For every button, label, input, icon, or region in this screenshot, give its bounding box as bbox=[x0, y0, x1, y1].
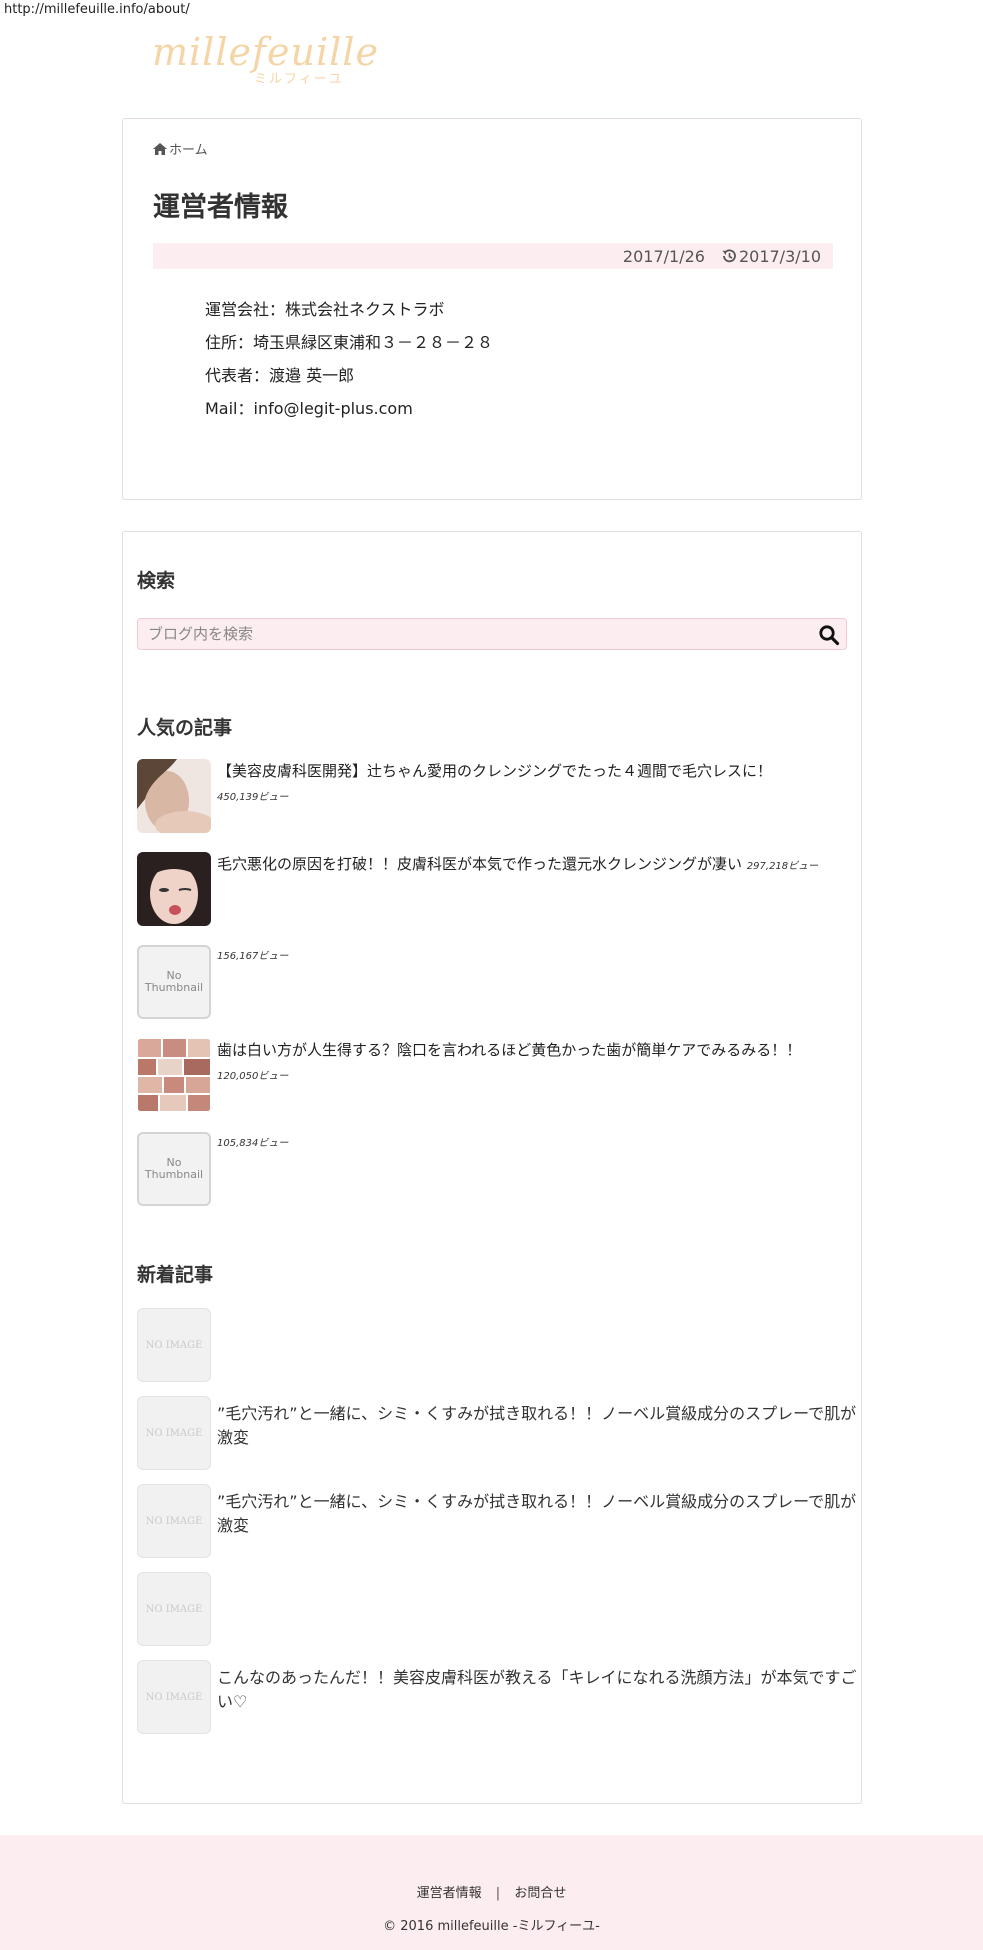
no-thumbnail-placeholder[interactable]: No Thumbnail bbox=[137, 1132, 211, 1206]
sidebar-card: 検索 人気の記事 【美容皮膚科医開発】辻ちゃん愛用のクレンジングでたった４週間で… bbox=[122, 531, 862, 1804]
recent-item[interactable]: NO IMAGE ”毛穴汚れ”と一緒に、シミ・くすみが拭き取れる！！ノーベル賞級… bbox=[137, 1484, 857, 1560]
home-icon bbox=[153, 142, 167, 155]
no-image-placeholder[interactable]: NO IMAGE bbox=[137, 1572, 211, 1646]
no-image-placeholder[interactable]: NO IMAGE bbox=[137, 1396, 211, 1470]
copyright: © 2016 millefeuille -ミルフィーユ- bbox=[383, 1919, 600, 1934]
breadcrumb-home-link[interactable]: ホーム bbox=[169, 139, 208, 158]
footer-links: 運営者情報 | お問合せ bbox=[0, 1882, 983, 1901]
popular-item-text: 歯は白い方が人生得する？陰口を言われるほど黄色かった歯が簡単ケアでみるみる！！ … bbox=[217, 1038, 857, 1089]
logo-kana: ミルフィーユ bbox=[254, 72, 344, 87]
updated-date: 2017/3/10 bbox=[738, 246, 821, 266]
footer-separator: | bbox=[495, 1886, 501, 1901]
popular-item[interactable]: 【美容皮膚科医開発】辻ちゃん愛用のクレンジングでたった４週間で毛穴レスに！ 45… bbox=[137, 759, 857, 835]
article-thumbnail[interactable] bbox=[137, 759, 211, 833]
popular-item-text: 【美容皮膚科医開発】辻ちゃん愛用のクレンジングでたった４週間で毛穴レスに！ 45… bbox=[217, 759, 857, 810]
recent-item[interactable]: NO IMAGE bbox=[137, 1308, 857, 1384]
popular-item[interactable]: No Thumbnail 156,167ビュー bbox=[137, 945, 857, 1021]
face-photo-icon bbox=[137, 852, 211, 926]
teeth-collage-icon bbox=[137, 1038, 211, 1112]
popular-item-title[interactable]: 歯は白い方が人生得する？陰口を言われるほど黄色かった歯が簡単ケアでみるみる！！ bbox=[217, 1041, 801, 1059]
recent-item-title[interactable]: ”毛穴汚れ”と一緒に、シミ・くすみが拭き取れる！！ノーベル賞級成分のスプレーで肌… bbox=[217, 1402, 857, 1450]
view-count: 297,218ビュー bbox=[746, 861, 819, 872]
woman-photo-icon bbox=[137, 759, 211, 833]
no-image-placeholder[interactable]: NO IMAGE bbox=[137, 1484, 211, 1558]
recent-widget-title: 新着記事 bbox=[137, 1264, 214, 1286]
info-mail: Mail：info@legit-plus.com bbox=[205, 399, 413, 418]
recent-item[interactable]: NO IMAGE こんなのあったんだ！！美容皮膚科医が教える「キレイになれる洗顔… bbox=[137, 1660, 857, 1736]
view-count: 156,167ビュー bbox=[217, 951, 289, 962]
updated-date-wrap: 2017/3/10 bbox=[721, 247, 821, 266]
popular-widget-title: 人気の記事 bbox=[137, 717, 233, 739]
site-logo[interactable]: millefeuille ミルフィーユ bbox=[152, 30, 378, 87]
recent-item[interactable]: NO IMAGE bbox=[137, 1572, 857, 1648]
info-address: 住所：埼玉県緑区東浦和３－２８－２８ bbox=[205, 333, 494, 352]
recent-item-title[interactable]: ”毛穴汚れ”と一緒に、シミ・くすみが拭き取れる！！ノーベル賞級成分のスプレーで肌… bbox=[217, 1490, 857, 1538]
no-image-placeholder[interactable]: NO IMAGE bbox=[137, 1660, 211, 1734]
popular-item-title[interactable]: 毛穴悪化の原因を打破！！皮膚科医が本気で作った還元水クレンジングが凄い bbox=[217, 855, 742, 873]
popular-item-text: 毛穴悪化の原因を打破！！皮膚科医が本気で作った還元水クレンジングが凄い 297,… bbox=[217, 852, 857, 879]
article-card: ホーム 運営者情報 2017/1/26 2017/3/10 運営会社：株式会社ネ… bbox=[122, 118, 862, 500]
date-bar: 2017/1/26 2017/3/10 bbox=[153, 243, 833, 269]
operator-info: 運営会社：株式会社ネクストラボ 住所：埼玉県緑区東浦和３－２８－２８ 代表者：渡… bbox=[205, 293, 493, 425]
search-icon[interactable] bbox=[818, 624, 840, 646]
recent-item-title[interactable]: こんなのあったんだ！！美容皮膚科医が教える「キレイになれる洗顔方法」が本気ですご… bbox=[217, 1666, 857, 1714]
view-count: 105,834ビュー bbox=[217, 1138, 289, 1149]
search-form bbox=[137, 618, 847, 650]
footer-link-contact[interactable]: お問合せ bbox=[514, 1886, 566, 1901]
popular-item[interactable]: No Thumbnail 105,834ビュー bbox=[137, 1132, 857, 1208]
search-widget-title: 検索 bbox=[137, 570, 176, 592]
article-thumbnail[interactable] bbox=[137, 852, 211, 926]
breadcrumb: ホーム bbox=[153, 139, 208, 158]
info-representative: 代表者：渡邉 英一郎 bbox=[205, 366, 355, 385]
popular-item[interactable]: 毛穴悪化の原因を打破！！皮膚科医が本気で作った還元水クレンジングが凄い 297,… bbox=[137, 852, 857, 928]
no-thumbnail-placeholder[interactable]: No Thumbnail bbox=[137, 945, 211, 1019]
page-url: http://millefeuille.info/about/ bbox=[4, 2, 190, 17]
site-footer: 運営者情報 | お問合せ © 2016 millefeuille -ミルフィーユ… bbox=[0, 1835, 983, 1950]
footer-link-about[interactable]: 運営者情報 bbox=[417, 1886, 482, 1901]
view-count: 120,050ビュー bbox=[217, 1071, 289, 1082]
history-icon bbox=[722, 249, 736, 263]
recent-item[interactable]: NO IMAGE ”毛穴汚れ”と一緒に、シミ・くすみが拭き取れる！！ノーベル賞級… bbox=[137, 1396, 857, 1472]
view-count: 450,139ビュー bbox=[217, 792, 289, 803]
info-company: 運営会社：株式会社ネクストラボ bbox=[205, 300, 445, 319]
article-thumbnail[interactable] bbox=[137, 1038, 211, 1112]
popular-item[interactable]: 歯は白い方が人生得する？陰口を言われるほど黄色かった歯が簡単ケアでみるみる！！ … bbox=[137, 1038, 857, 1114]
search-input[interactable] bbox=[148, 619, 798, 649]
popular-item-title[interactable]: 【美容皮膚科医開発】辻ちゃん愛用のクレンジングでたった４週間で毛穴レスに！ bbox=[217, 762, 772, 780]
no-image-placeholder[interactable]: NO IMAGE bbox=[137, 1308, 211, 1382]
page-title: 運営者情報 bbox=[153, 192, 288, 223]
published-date: 2017/1/26 bbox=[622, 246, 705, 266]
